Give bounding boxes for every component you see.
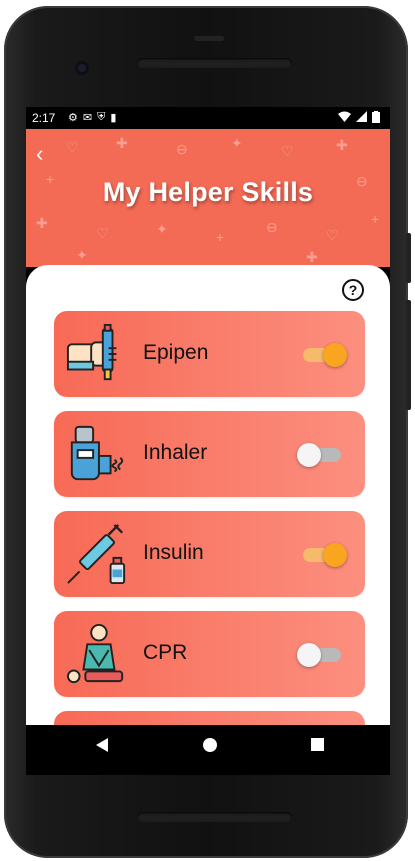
toggle-thumb: [323, 543, 347, 567]
earpiece-grille: [194, 36, 224, 41]
doodle-star-icon: ✦: [156, 221, 168, 237]
doodle-plus-icon: +: [216, 229, 225, 245]
gear-icon: ⚙: [68, 112, 78, 124]
home-circle-icon[interactable]: [203, 738, 217, 752]
skill-card-cpr[interactable]: CPR: [54, 611, 365, 697]
doodle-heart-icon: ♡: [96, 225, 109, 241]
skill-card-epipen[interactable]: Epipen: [54, 311, 365, 397]
battery-icon: [372, 111, 380, 123]
epipen-icon: [66, 323, 117, 381]
app-header: ♡ ✚ ⊖ ✦ ♡ ✚ + ⊖ ✚ ♡ ✦ + ⊖ ♡ + ✦ ✚ ‹ My H…: [26, 129, 390, 267]
top-speaker: [137, 58, 292, 68]
skill-toggle-insulin[interactable]: [301, 543, 347, 567]
page-title: My Helper Skills: [102, 177, 314, 207]
doodle-star-icon: ✦: [231, 135, 243, 151]
skill-label: Inhaler: [143, 441, 208, 464]
recents-square-icon[interactable]: [311, 738, 324, 751]
skills-sheet: ? Epipen Inhaler Insulin CPR: [26, 265, 390, 725]
skill-card-insulin[interactable]: Insulin: [54, 511, 365, 597]
toggle-thumb: [323, 343, 347, 367]
insulin-syringe-icon: [67, 524, 126, 585]
skill-label: Insulin: [143, 541, 204, 564]
status-icons-right: [338, 111, 380, 123]
toggle-thumb: [297, 443, 321, 467]
screen: 2:17 ⚙ ✉ ⛨ ▮ ♡ ✚ ⊖ ✦ ♡ ✚ + ⊖ ✚ ♡ ✦ + ⊖ ♡…: [26, 107, 390, 775]
skill-toggle-inhaler[interactable]: [297, 443, 343, 467]
cpr-icon: [66, 623, 124, 684]
skill-card-inhaler[interactable]: Inhaler: [54, 411, 365, 497]
doodle-cross-icon: ✚: [336, 137, 348, 153]
toggle-thumb: [297, 643, 321, 667]
skill-label: CPR: [143, 641, 188, 664]
sd-card-icon: ▮: [110, 112, 117, 124]
doodle-cross-icon: ✚: [116, 135, 128, 151]
back-triangle-icon[interactable]: [96, 738, 108, 752]
skill-card-partial[interactable]: [54, 711, 365, 725]
signal-icon: [356, 111, 367, 122]
status-icons-left: ⚙ ✉ ⛨ ▮: [68, 111, 116, 124]
skill-toggle-cpr[interactable]: [297, 643, 343, 667]
volume-button: [406, 300, 411, 410]
doodle-heart-icon: ♡: [326, 227, 339, 243]
android-nav-bar: [26, 725, 390, 775]
front-camera: [75, 61, 89, 75]
doodle-heart-icon: ♡: [281, 143, 294, 159]
shield-icon: ⛨: [97, 111, 106, 123]
skill-label: Epipen: [143, 341, 209, 364]
skill-toggle-epipen[interactable]: [301, 343, 347, 367]
bottom-speaker: [137, 812, 292, 822]
doodle-cross-icon: ✚: [306, 249, 318, 265]
status-time: 2:17: [32, 111, 56, 125]
power-button: [406, 233, 411, 283]
help-icon[interactable]: ?: [342, 279, 364, 301]
doodle-cross-icon: ✚: [36, 215, 48, 231]
inhaler-icon: [70, 425, 124, 481]
mail-icon: ✉: [82, 112, 93, 124]
doodle-pill-icon: ⊖: [176, 141, 188, 157]
back-arrow-icon[interactable]: ‹: [36, 143, 54, 165]
doodle-star-icon: ✦: [76, 247, 88, 263]
status-bar: 2:17 ⚙ ✉ ⛨ ▮: [26, 107, 390, 129]
doodle-heart-icon: ♡: [66, 139, 79, 155]
doodle-pill-icon: ⊖: [266, 219, 278, 235]
doodle-plus-icon: +: [371, 211, 380, 227]
wifi-icon: [338, 111, 351, 122]
